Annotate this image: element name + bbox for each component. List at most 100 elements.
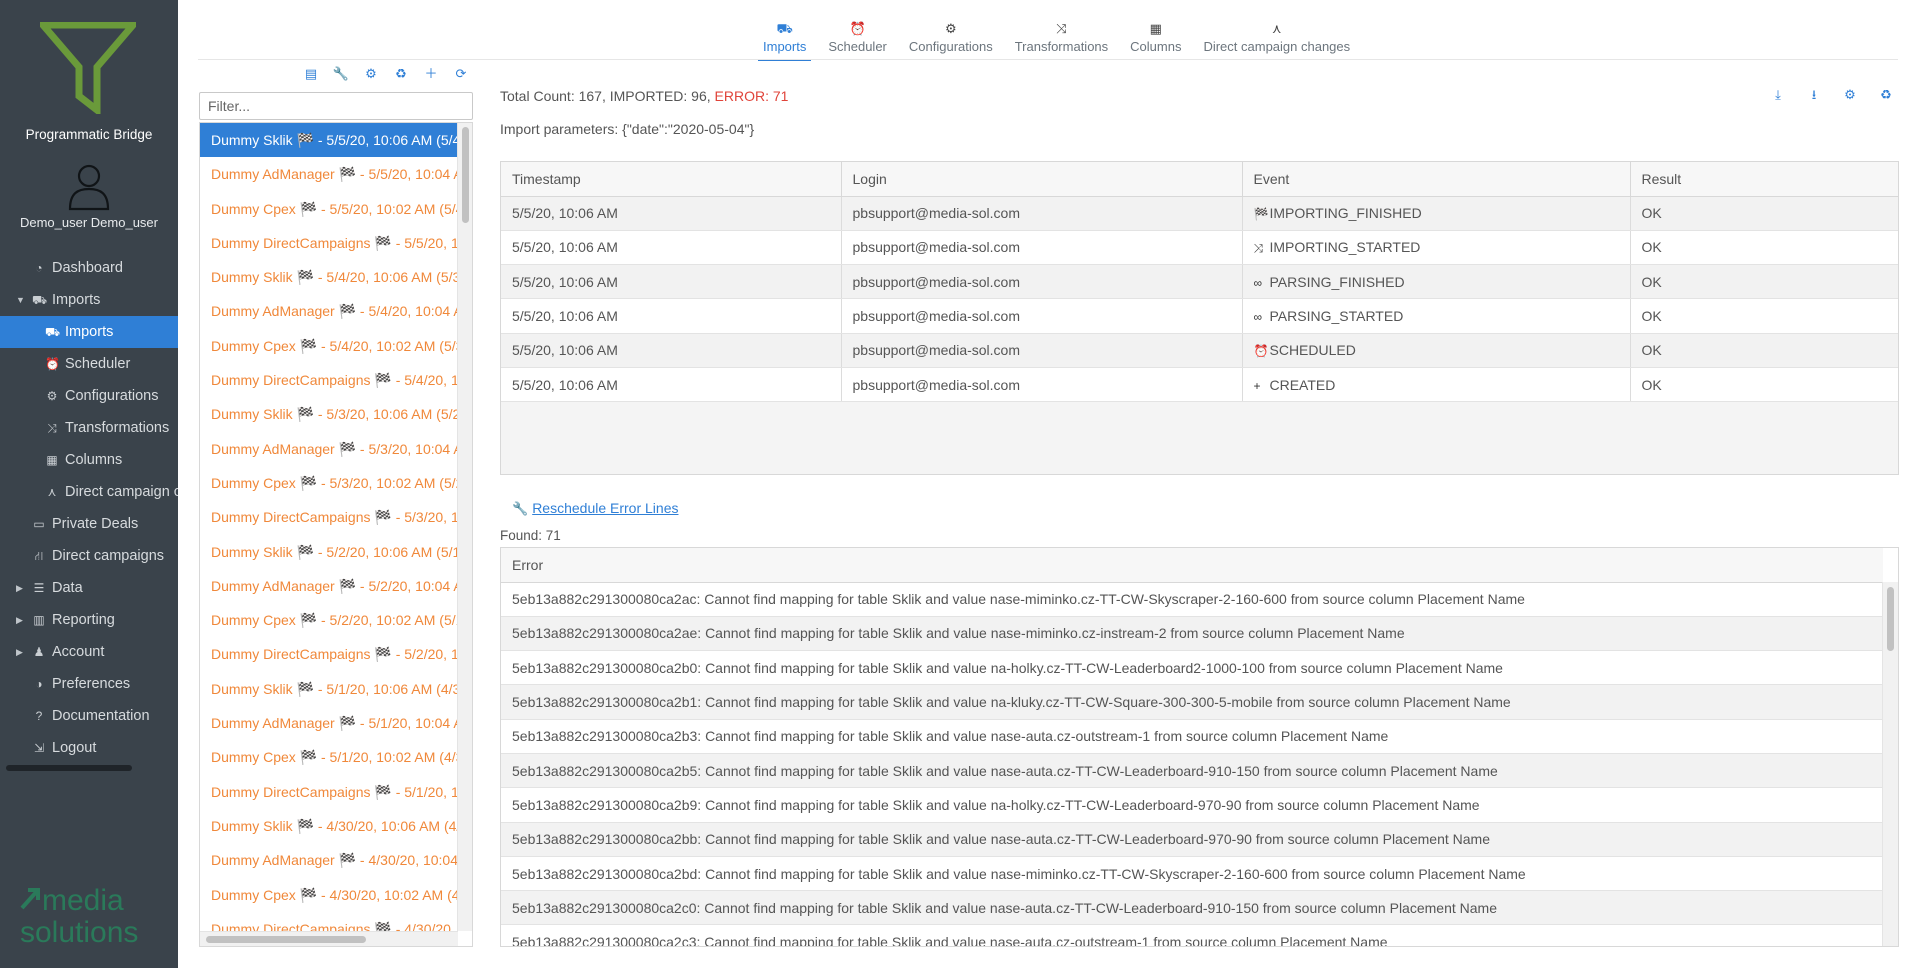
sidebar-item-scheduler[interactable]: ⏰ Scheduler	[0, 348, 178, 380]
gears-icon[interactable]: ⚙	[356, 64, 386, 84]
errors-vertical-thumb[interactable]	[1887, 587, 1894, 651]
event-row[interactable]: 5/5/20, 10:06 AM pbsupport@media-sol.com ∞…	[501, 264, 1898, 300]
import-list-item[interactable]: Dummy Sklik 🏁 - 5/4/20, 10:06 AM (5/3/20…	[200, 260, 458, 294]
caret-right-icon[interactable]: ▶	[16, 636, 23, 668]
list-vertical-scrollbar[interactable]	[457, 123, 472, 931]
recycle-icon[interactable]: ♻	[386, 64, 416, 84]
import-list-item[interactable]: Dummy Sklik 🏁 - 5/2/20, 10:06 AM (5/1/20…	[200, 535, 458, 569]
sidebar-item-preferences[interactable]: ◑ Preferences	[0, 668, 178, 700]
sidebar-item-direct-campaign-changes[interactable]: ⋏ Direct campaign changes	[0, 476, 178, 508]
user-avatar-icon[interactable]	[68, 163, 110, 211]
sidebar-item-configurations[interactable]: ⚙ Configurations	[0, 380, 178, 412]
sidebar-item-logout[interactable]: ⇲ Logout	[0, 732, 178, 764]
event-row[interactable]: 5/5/20, 10:06 AM pbsupport@media-sol.com ∞…	[501, 298, 1898, 334]
sidebar-item-imports[interactable]: ⛟ Imports	[0, 316, 178, 348]
tab-transformations[interactable]: ⤨ Transformations	[1004, 20, 1119, 60]
error-row[interactable]: 5eb13a882c291300080ca2b5: Cannot find ma…	[501, 753, 1883, 789]
refresh-icon[interactable]: ⟳	[446, 64, 476, 84]
import-list-item[interactable]: Dummy Sklik 🏁 - 5/1/20, 10:06 AM (4/30/2…	[200, 672, 458, 706]
sidebar-item-private-deals[interactable]: ▭ Private Deals	[0, 508, 178, 540]
sidebar-item-imports[interactable]: ▼ ⛟ Imports	[0, 284, 178, 316]
sidebar-item-direct-campaigns[interactable]: ⛙ Direct campaigns	[0, 540, 178, 572]
list-horizontal-scrollbar[interactable]	[200, 931, 458, 946]
sidebar-item-columns[interactable]: ▦ Columns	[0, 444, 178, 476]
reschedule-error-lines-link[interactable]: Reschedule Error Lines	[532, 500, 678, 516]
list-vertical-thumb[interactable]	[462, 127, 469, 223]
error-row[interactable]: 5eb13a882c291300080ca2c0: Cannot find ma…	[501, 890, 1883, 926]
column-header-login[interactable]: Login	[841, 162, 1243, 197]
sidebar-item-documentation[interactable]: ? Documentation	[0, 700, 178, 732]
recycle-icon[interactable]: ♻	[1868, 85, 1904, 105]
import-list-item[interactable]: Dummy Cpex 🏁 - 5/3/20, 10:02 AM (5/2/20)	[200, 466, 458, 500]
import-list-item[interactable]: Dummy DirectCampaigns 🏁 - 4/30/20, 10:00…	[200, 912, 458, 931]
column-header-error[interactable]: Error	[501, 548, 1883, 583]
caret-right-icon[interactable]: ▶	[16, 572, 23, 604]
download-icon[interactable]: ⤓	[1760, 85, 1796, 105]
event-result: OK	[1630, 230, 1898, 266]
import-list-item[interactable]: Dummy Cpex 🏁 - 5/5/20, 10:02 AM (5/4/20)	[200, 192, 458, 226]
import-list-item[interactable]: Dummy AdManager 🏁 - 4/30/20, 10:04 AM (4…	[200, 843, 458, 877]
error-row[interactable]: 5eb13a882c291300080ca2ac: Cannot find ma…	[501, 582, 1883, 617]
sidebar-item-reporting[interactable]: ▶ ▥ Reporting	[0, 604, 178, 636]
import-list-item[interactable]: Dummy Sklik 🏁 - 4/30/20, 10:06 AM (4/29/…	[200, 809, 458, 843]
event-row[interactable]: 5/5/20, 10:06 AM pbsupport@media-sol.com ⏰…	[501, 333, 1898, 368]
column-header-result[interactable]: Result	[1630, 162, 1898, 197]
funnel-logo-icon[interactable]	[40, 22, 136, 114]
error-row[interactable]: 5eb13a882c291300080ca2b1: Cannot find ma…	[501, 684, 1883, 720]
plus-icon: +	[1253, 378, 1261, 393]
error-row[interactable]: 5eb13a882c291300080ca2bd: Cannot find ma…	[501, 856, 1883, 892]
tab-columns[interactable]: ▦ Columns	[1119, 20, 1192, 60]
document-icon[interactable]: ▤	[296, 64, 326, 84]
import-list-item[interactable]: Dummy AdManager 🏁 - 5/5/20, 10:04 AM (5/…	[200, 157, 458, 191]
sidebar-scrollbar[interactable]	[6, 765, 132, 771]
errors-vertical-scrollbar[interactable]	[1882, 582, 1898, 946]
add-icon[interactable]: ＋	[416, 64, 446, 84]
import-list-item[interactable]: Dummy DirectCampaigns 🏁 - 5/4/20, 10:00 …	[200, 363, 458, 397]
error-row[interactable]: 5eb13a882c291300080ca2ae: Cannot find ma…	[501, 616, 1883, 652]
list-horizontal-thumb[interactable]	[206, 936, 366, 943]
error-row[interactable]: 5eb13a882c291300080ca2bb: Cannot find ma…	[501, 822, 1883, 857]
import-list-item[interactable]: Dummy Cpex 🏁 - 5/4/20, 10:02 AM (5/3/20)	[200, 329, 458, 363]
caret-right-icon[interactable]: ▶	[16, 604, 23, 636]
filter-input[interactable]	[199, 92, 473, 120]
import-list-item[interactable]: Dummy Cpex 🏁 - 5/1/20, 10:02 AM (4/30/20…	[200, 740, 458, 774]
event-row[interactable]: 5/5/20, 10:06 AM pbsupport@media-sol.com ⤨…	[501, 230, 1898, 266]
error-row[interactable]: 5eb13a882c291300080ca2c3: Cannot find ma…	[501, 924, 1883, 946]
import-list-item[interactable]: Dummy AdManager 🏁 - 5/3/20, 10:04 AM (5/…	[200, 432, 458, 466]
sidebar-item-label: Direct campaign changes	[65, 484, 178, 500]
gears-icon[interactable]: ⚙	[1832, 85, 1868, 105]
tab-direct-campaign-changes[interactable]: ⋏ Direct campaign changes	[1192, 20, 1361, 60]
clock-icon: ⏰	[1253, 344, 1269, 359]
import-list-item[interactable]: Dummy AdManager 🏁 - 5/2/20, 10:04 AM (5/…	[200, 569, 458, 603]
column-header-timestamp[interactable]: Timestamp	[501, 162, 842, 197]
import-list-item[interactable]: Dummy DirectCampaigns 🏁 - 5/2/20, 10:00 …	[200, 637, 458, 671]
wrench-icon[interactable]: 🔧	[326, 64, 356, 84]
event-row[interactable]: 5/5/20, 10:06 AM pbsupport@media-sol.com 🏁…	[501, 196, 1898, 231]
import-list-item[interactable]: Dummy Sklik 🏁 - 5/5/20, 10:06 AM (5/4/20…	[200, 123, 458, 158]
events-table: Timestamp Login Event Result 5/5/20, 10:…	[500, 161, 1899, 475]
import-list-item[interactable]: Dummy AdManager 🏁 - 5/4/20, 10:04 AM (5/…	[200, 294, 458, 328]
error-row[interactable]: 5eb13a882c291300080ca2b9: Cannot find ma…	[501, 787, 1883, 823]
error-row[interactable]: 5eb13a882c291300080ca2b0: Cannot find ma…	[501, 650, 1883, 686]
import-totals: Total Count: 167, IMPORTED: 96, ERROR: 7…	[500, 88, 788, 104]
tab-scheduler[interactable]: ⏰ Scheduler	[817, 20, 898, 60]
caret-down-icon[interactable]: ▼	[16, 284, 25, 316]
import-list-item[interactable]: Dummy AdManager 🏁 - 5/1/20, 10:04 AM (4/…	[200, 706, 458, 740]
sidebar-item-dashboard[interactable]: ◔ Dashboard	[0, 252, 178, 284]
download-tray-icon[interactable]: ⭳	[1796, 85, 1832, 105]
sidebar-item-data[interactable]: ▶ ☰ Data	[0, 572, 178, 604]
tab-imports[interactable]: ⛟ Imports	[752, 20, 817, 61]
import-parameters: Import parameters: {"date":"2020-05-04"}	[500, 121, 755, 137]
tab-configurations[interactable]: ⚙ Configurations	[898, 20, 1004, 60]
error-row[interactable]: 5eb13a882c291300080ca2b3: Cannot find ma…	[501, 719, 1883, 754]
import-list-item[interactable]: Dummy Cpex 🏁 - 4/30/20, 10:02 AM (4/29/2…	[200, 878, 458, 912]
sidebar-item-account[interactable]: ▶ ♟ Account	[0, 636, 178, 668]
import-list-item[interactable]: Dummy DirectCampaigns 🏁 - 5/5/20, 10:00 …	[200, 226, 458, 260]
column-header-event[interactable]: Event	[1242, 162, 1631, 197]
event-row[interactable]: 5/5/20, 10:06 AM pbsupport@media-sol.com +…	[501, 367, 1898, 403]
import-list-item[interactable]: Dummy Sklik 🏁 - 5/3/20, 10:06 AM (5/2/20…	[200, 397, 458, 431]
import-list-item[interactable]: Dummy DirectCampaigns 🏁 - 5/1/20, 10:00 …	[200, 775, 458, 809]
sidebar-item-transformations[interactable]: ⤨ Transformations	[0, 412, 178, 444]
import-list-item[interactable]: Dummy DirectCampaigns 🏁 - 5/3/20, 10:00 …	[200, 500, 458, 534]
import-list-item[interactable]: Dummy Cpex 🏁 - 5/2/20, 10:02 AM (5/1/20)	[200, 603, 458, 637]
